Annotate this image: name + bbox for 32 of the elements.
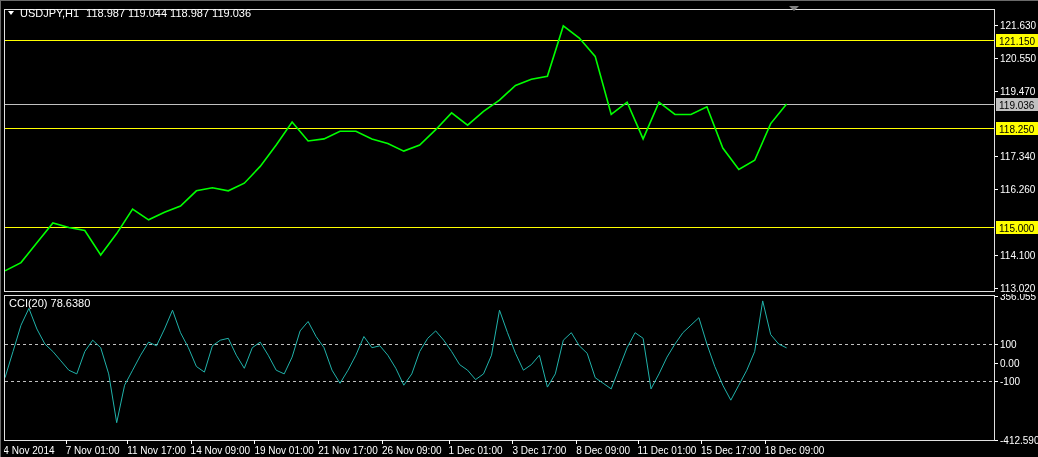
price-axis-label: 117.340	[1000, 151, 1036, 162]
time-axis-label: 3 Dec 17:00	[512, 445, 567, 457]
price-axis-label: 120.550	[1000, 52, 1037, 64]
time-axis-label: 14 Nov 09:00	[190, 445, 251, 457]
time-axis-label: 21 Nov 17:00	[318, 445, 378, 457]
price-tag: 115.000	[996, 221, 1038, 234]
price-axis-label: 119.470	[1000, 85, 1036, 97]
time-axis-label: 15 Dec 17:00	[701, 445, 761, 457]
quote-label: 118.987 119.044 118.987 119.036	[86, 7, 252, 19]
price-axis-label: 121.630	[1000, 19, 1037, 31]
time-axis-label: 1 Dec 01:00	[448, 445, 503, 457]
time-axis-label: 18 Dec 09:00	[764, 445, 825, 457]
time-axis-label: 11 Dec 01:00	[637, 445, 697, 457]
time-axis-label: 19 Nov 01:00	[254, 445, 314, 457]
time-axis-label: 26 Nov 09:00	[382, 445, 442, 457]
price-tag: 121.150	[996, 34, 1038, 47]
price-tag: 118.250	[996, 122, 1038, 135]
symbol-label: USDJPY,H1	[20, 7, 80, 19]
dropdown-icon	[8, 11, 14, 15]
time-axis-label: 11 Nov 17:00	[127, 445, 186, 457]
price-axis-label: 113.020	[1000, 282, 1036, 294]
price-tag: 119.036	[996, 98, 1038, 111]
indicator-label: CCI(20) 78.6380	[9, 297, 91, 310]
time-axis-label: 7 Nov 01:00	[65, 445, 120, 457]
price-axis-label: 116.260	[1000, 184, 1036, 195]
triangle-icon	[789, 6, 799, 11]
indicator-axis-label: 100	[1000, 339, 1017, 351]
time-axis-label: 8 Dec 09:00	[576, 445, 631, 457]
time-axis-label: 4 Nov 2014	[4, 445, 55, 457]
price-axis-label: 114.100	[1000, 249, 1036, 261]
indicator-axis-label: 0.00	[1000, 358, 1020, 370]
indicator-axis-label: -100	[1000, 376, 1020, 388]
